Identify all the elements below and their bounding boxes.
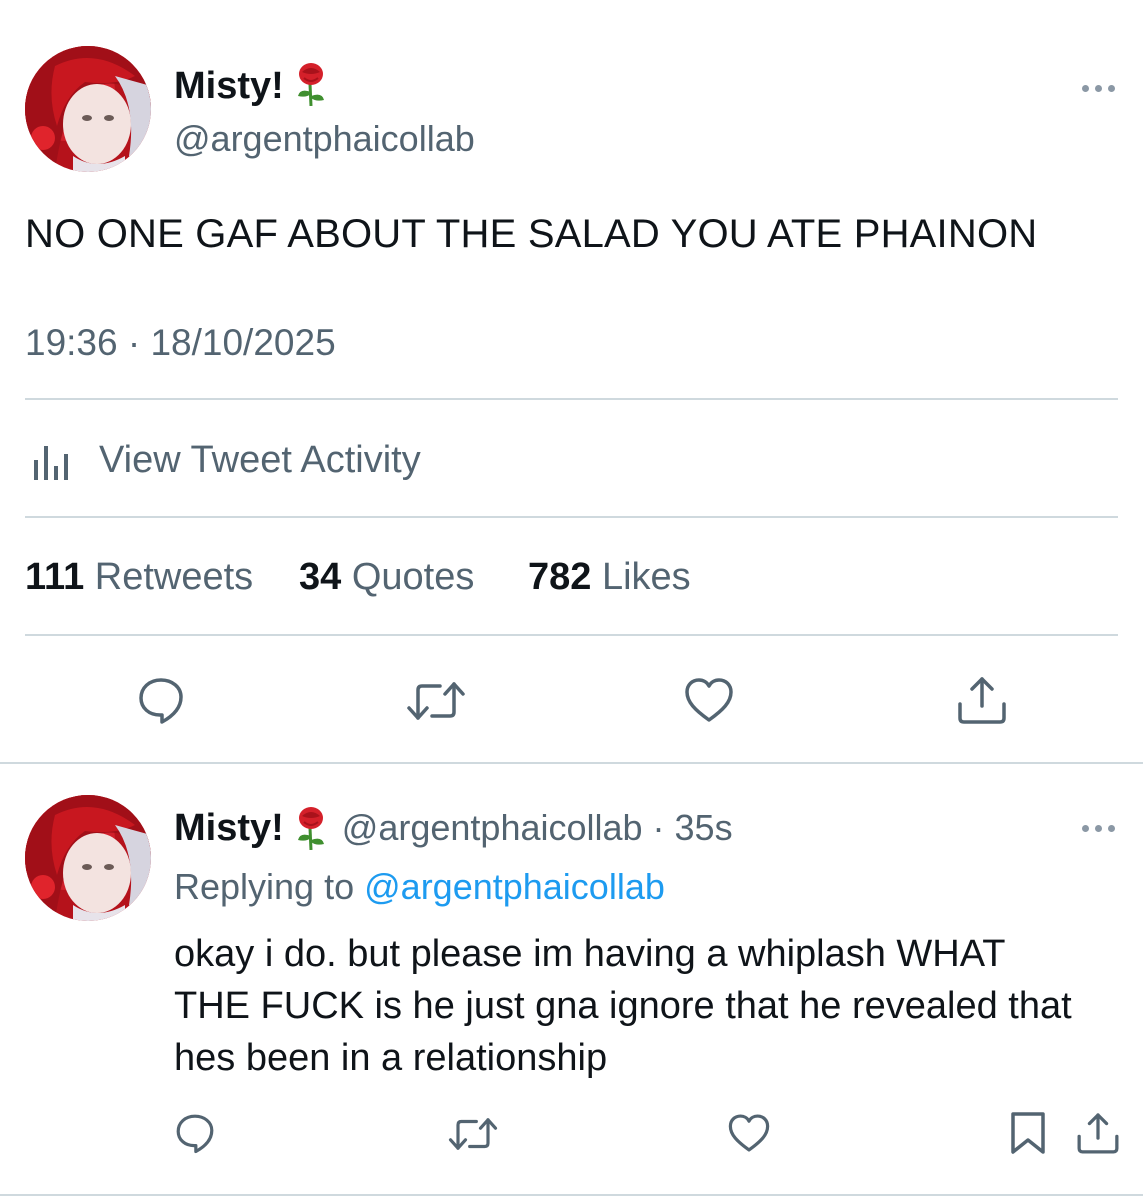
reply-author-name[interactable]: Misty! [174, 807, 284, 850]
reply-text: okay i do. but please im having a whipla… [174, 928, 1134, 1084]
quotes-label: Quotes [351, 556, 475, 598]
reply-author-avatar[interactable] [25, 795, 151, 921]
reply-text-line: okay i do. but please im having a whipla… [174, 933, 1006, 975]
divider [25, 634, 1118, 636]
reply-like-icon[interactable] [727, 1112, 771, 1154]
replying-handle-link[interactable]: @argentphaicollab [364, 866, 665, 907]
reply-reply-icon[interactable] [174, 1112, 216, 1154]
reply-text-line: hes been in a relationship [174, 1037, 608, 1079]
author-name-row[interactable]: Misty! [174, 62, 328, 108]
reply-text-line: THE FUCK is he just gna ignore that he r… [174, 985, 1072, 1027]
reply-share-icon[interactable] [1074, 1110, 1122, 1156]
tweet-text: NO ONE GAF ABOUT THE SALAD YOU ATE PHAIN… [25, 212, 1038, 256]
likes-count: 782 [528, 556, 592, 598]
author-avatar[interactable] [25, 46, 151, 172]
rose-emoji-icon [294, 806, 328, 850]
replying-prefix: Replying to [174, 866, 355, 907]
author-handle[interactable]: @argentphaicollab [174, 118, 475, 160]
retweets-stat[interactable]: 111 Retweets [25, 556, 253, 599]
divider [25, 398, 1118, 400]
tweet-timestamp[interactable]: 19:36 · 18/10/2025 [25, 322, 336, 364]
retweet-icon[interactable] [406, 678, 466, 724]
quotes-count: 34 [299, 556, 342, 598]
like-icon[interactable] [683, 676, 735, 724]
quotes-stat[interactable]: 34 Quotes [299, 556, 474, 599]
author-name[interactable]: Misty! [174, 65, 284, 107]
likes-stat[interactable]: 782 Likes [528, 556, 691, 599]
likes-label: Likes [601, 556, 691, 598]
reply-author-row[interactable]: Misty! @argentphaicollab · 35s [174, 806, 733, 850]
divider [0, 1194, 1143, 1196]
retweets-count: 111 [25, 556, 85, 598]
divider [0, 762, 1143, 764]
reply-retweet-icon[interactable] [448, 1114, 498, 1154]
reply-icon[interactable] [136, 676, 186, 724]
view-activity-link[interactable]: View Tweet Activity [25, 438, 421, 482]
reply-more-options-icon[interactable] [1082, 822, 1122, 834]
retweets-label: Retweets [94, 556, 254, 598]
avatar-image [25, 795, 151, 921]
rose-emoji-icon [294, 63, 328, 107]
reply-handle-time[interactable]: @argentphaicollab · 35s [342, 807, 733, 849]
bookmark-icon[interactable] [1008, 1110, 1048, 1156]
view-activity-label: View Tweet Activity [99, 438, 421, 481]
avatar-image [25, 46, 151, 172]
share-icon[interactable] [954, 674, 1010, 726]
replying-to: Replying to @argentphaicollab [174, 866, 665, 908]
divider [25, 516, 1118, 518]
more-options-icon[interactable] [1082, 82, 1122, 94]
analytics-icon [25, 438, 77, 482]
